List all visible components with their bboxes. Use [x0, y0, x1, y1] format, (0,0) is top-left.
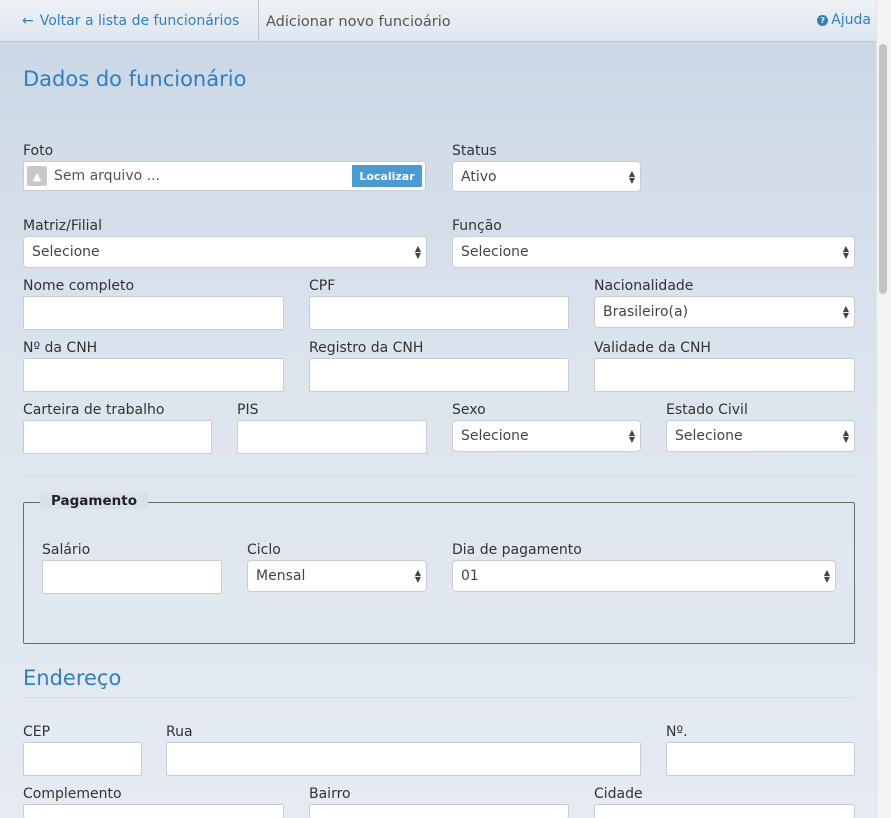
select-arrows-icon: ▲ ▼ — [414, 244, 421, 260]
cnh-validity-input[interactable] — [594, 358, 855, 392]
branch-select[interactable]: Selecione ▲ ▼ — [23, 236, 427, 268]
number-input[interactable] — [666, 742, 855, 776]
full-name-label: Nome completo — [23, 278, 135, 294]
upload-icon: ▲ — [27, 166, 47, 186]
sex-label: Sexo — [452, 402, 486, 418]
complement-label: Complemento — [23, 786, 122, 802]
pay-day-select[interactable]: 01 ▲ ▼ — [452, 560, 836, 592]
section-title-employee-data: Dados do funcionário — [23, 67, 247, 91]
help-label: Ajuda — [831, 12, 871, 28]
complement-input[interactable] — [23, 804, 284, 818]
district-input[interactable] — [309, 804, 569, 818]
photo-file-name: Sem arquivo ... — [54, 168, 160, 184]
civil-status-label: Estado Civil — [666, 402, 748, 418]
city-input[interactable] — [594, 804, 855, 818]
payment-legend: Pagamento — [40, 493, 148, 509]
sex-value: Selecione — [461, 428, 529, 444]
work-card-label: Carteira de trabalho — [23, 402, 165, 418]
salary-label: Salário — [42, 542, 91, 558]
divider — [23, 476, 855, 477]
cep-label: CEP — [23, 724, 51, 740]
branch-value: Selecione — [32, 244, 100, 260]
cpf-input[interactable] — [309, 296, 569, 330]
nationality-label: Nacionalidade — [594, 278, 694, 294]
role-label: Função — [452, 218, 502, 234]
section-title-address: Endereço — [23, 666, 122, 690]
city-label: Cidade — [594, 786, 643, 802]
nationality-value: Brasileiro(a) — [603, 304, 689, 320]
cnh-number-label: Nº da CNH — [23, 340, 98, 356]
cycle-value: Mensal — [256, 568, 306, 584]
select-arrows-icon: ▲ ▼ — [628, 168, 635, 185]
section-divider — [23, 697, 855, 698]
browse-button[interactable]: Localizar — [352, 165, 422, 187]
cpf-label: CPF — [309, 278, 336, 294]
back-link-label: Voltar a lista de funcionários — [39, 12, 240, 29]
nationality-select[interactable]: Brasileiro(a) ▲ ▼ — [594, 296, 855, 328]
cnh-registry-input[interactable] — [309, 358, 569, 392]
status-label: Status — [452, 143, 497, 159]
number-label: Nº. — [666, 724, 688, 740]
pis-input[interactable] — [237, 420, 427, 454]
vertical-scrollbar-thumb[interactable] — [879, 44, 887, 294]
help-link[interactable]: ? Ajuda — [817, 12, 871, 28]
status-select[interactable]: Ativo ▲ ▼ — [452, 161, 641, 192]
branch-label: Matriz/Filial — [23, 218, 103, 234]
photo-label: Foto — [23, 143, 54, 159]
select-arrows-icon: ▲ ▼ — [823, 568, 830, 584]
photo-file-input[interactable]: ▲ Sem arquivo ... Localizar — [23, 161, 426, 191]
page-title: Adicionar novo funcioário — [266, 13, 451, 30]
salary-input[interactable] — [42, 560, 222, 594]
pay-day-value: 01 — [461, 568, 479, 584]
role-select[interactable]: Selecione ▲ ▼ — [452, 236, 855, 268]
work-card-input[interactable] — [23, 420, 212, 454]
select-arrows-icon: ▲ ▼ — [842, 244, 849, 260]
district-label: Bairro — [309, 786, 351, 802]
cnh-number-input[interactable] — [23, 358, 284, 392]
back-to-employee-list-link[interactable]: ← Voltar a lista de funcionários — [0, 0, 259, 42]
cep-input[interactable] — [23, 742, 142, 776]
sex-select[interactable]: Selecione ▲ ▼ — [452, 420, 641, 452]
full-name-input[interactable] — [23, 296, 284, 330]
select-arrows-icon: ▲ ▼ — [842, 304, 849, 320]
role-value: Selecione — [461, 244, 529, 260]
civil-status-select[interactable]: Selecione ▲ ▼ — [666, 420, 855, 452]
cnh-registry-label: Registro da CNH — [309, 340, 424, 356]
pis-label: PIS — [237, 402, 259, 418]
pay-day-label: Dia de pagamento — [452, 542, 582, 558]
street-label: Rua — [166, 724, 193, 740]
civil-status-value: Selecione — [675, 428, 743, 444]
street-input[interactable] — [166, 742, 641, 776]
select-arrows-icon: ▲ ▼ — [628, 428, 635, 444]
question-circle-icon: ? — [817, 15, 829, 26]
cycle-select[interactable]: Mensal ▲ ▼ — [247, 560, 427, 592]
top-bar: ← Voltar a lista de funcionários Adicion… — [0, 0, 876, 42]
select-arrows-icon: ▲ ▼ — [842, 428, 849, 444]
cnh-validity-label: Validade da CNH — [594, 340, 711, 356]
cycle-label: Ciclo — [247, 542, 281, 558]
status-value: Ativo — [461, 168, 497, 185]
select-arrows-icon: ▲ ▼ — [414, 568, 421, 584]
arrow-left-icon: ← — [22, 12, 34, 29]
